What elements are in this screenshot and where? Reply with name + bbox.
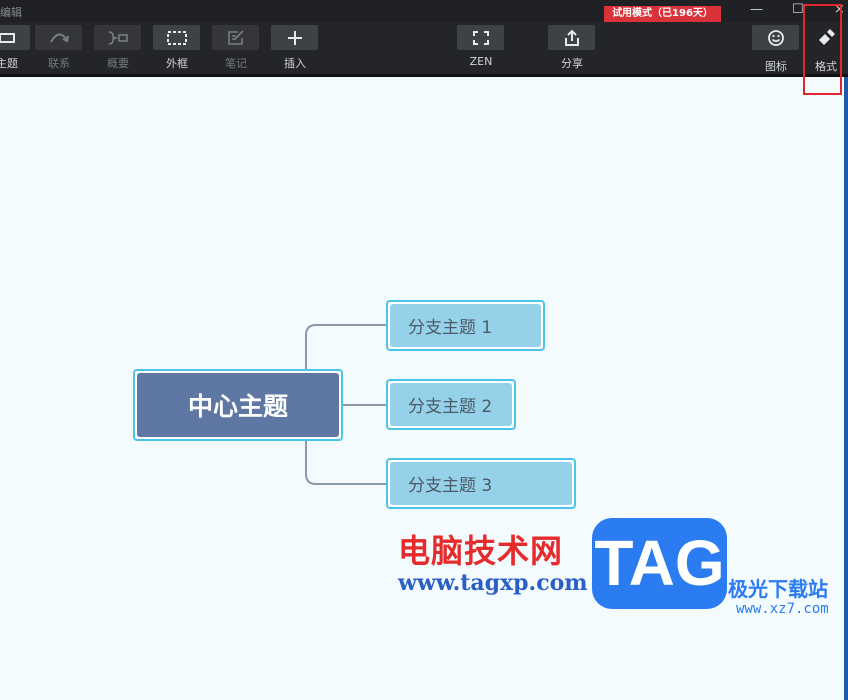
maximize-button[interactable]: ☐ xyxy=(792,2,804,17)
note-button[interactable]: 笔记 xyxy=(212,25,260,73)
watermark-site-name: 电脑技术网 xyxy=(398,532,564,570)
boundary-icon xyxy=(166,30,188,46)
branch-topic-2-text: 分支主题 2 xyxy=(390,383,512,426)
relationship-button[interactable]: 联系 xyxy=(35,25,83,73)
share-icon xyxy=(563,29,581,47)
boundary-button[interactable]: 外框 xyxy=(153,25,201,73)
plus-icon xyxy=(287,30,303,46)
insert-button-label: 插入 xyxy=(284,57,306,70)
trial-mode-badge[interactable]: 试用模式（已196天） xyxy=(604,6,721,22)
note-icon xyxy=(226,29,246,46)
format-button-highlight xyxy=(803,4,842,95)
insert-button[interactable]: 插入 xyxy=(271,25,319,73)
summary-button[interactable]: 概要 xyxy=(94,25,142,73)
relationship-icon xyxy=(48,31,70,45)
share-button-label: 分享 xyxy=(561,57,583,70)
watermark-tag-logo: TAG xyxy=(592,518,727,609)
share-button[interactable]: 分享 xyxy=(548,25,596,73)
zen-button-label: ZEN xyxy=(469,55,493,68)
watermark-url: www.tagxp.com xyxy=(398,570,588,596)
topic-icon xyxy=(0,32,16,44)
branch-topic-3[interactable]: 分支主题 3 xyxy=(386,458,576,509)
central-topic[interactable]: 中心主题 xyxy=(133,369,343,441)
minimize-button[interactable]: — xyxy=(750,2,763,17)
central-topic-text: 中心主题 xyxy=(137,373,339,437)
vertical-scrollbar[interactable] xyxy=(844,77,848,700)
branch-topic-1-text: 分支主题 1 xyxy=(390,304,541,347)
note-button-label: 笔记 xyxy=(225,57,247,70)
toolbar: 主题 联系 概要 外框 笔记 插入 ZEN 分享 图标 格式 xyxy=(0,22,848,76)
zen-button[interactable]: ZEN xyxy=(457,25,505,73)
summary-button-label: 概要 xyxy=(107,57,129,70)
window-title: 编辑 xyxy=(0,6,22,19)
topic-button[interactable]: 主题 xyxy=(0,25,31,73)
branch-topic-3-text: 分支主题 3 xyxy=(390,462,572,505)
boundary-button-label: 外框 xyxy=(166,57,188,70)
fullscreen-icon xyxy=(472,30,490,46)
watermark-site2-name: 极光下载站 xyxy=(728,577,828,601)
watermark-site2-url: www.xz7.com xyxy=(736,601,829,617)
branch-topic-2[interactable]: 分支主题 2 xyxy=(386,379,516,430)
mindmap-canvas[interactable]: 中心主题 分支主题 1 分支主题 2 分支主题 3 xyxy=(0,77,844,700)
relationship-button-label: 联系 xyxy=(48,57,70,70)
summary-icon xyxy=(106,30,130,45)
icon-panel-button[interactable]: 图标 xyxy=(752,25,800,73)
smiley-icon xyxy=(767,29,785,47)
branch-topic-1[interactable]: 分支主题 1 xyxy=(386,300,545,351)
